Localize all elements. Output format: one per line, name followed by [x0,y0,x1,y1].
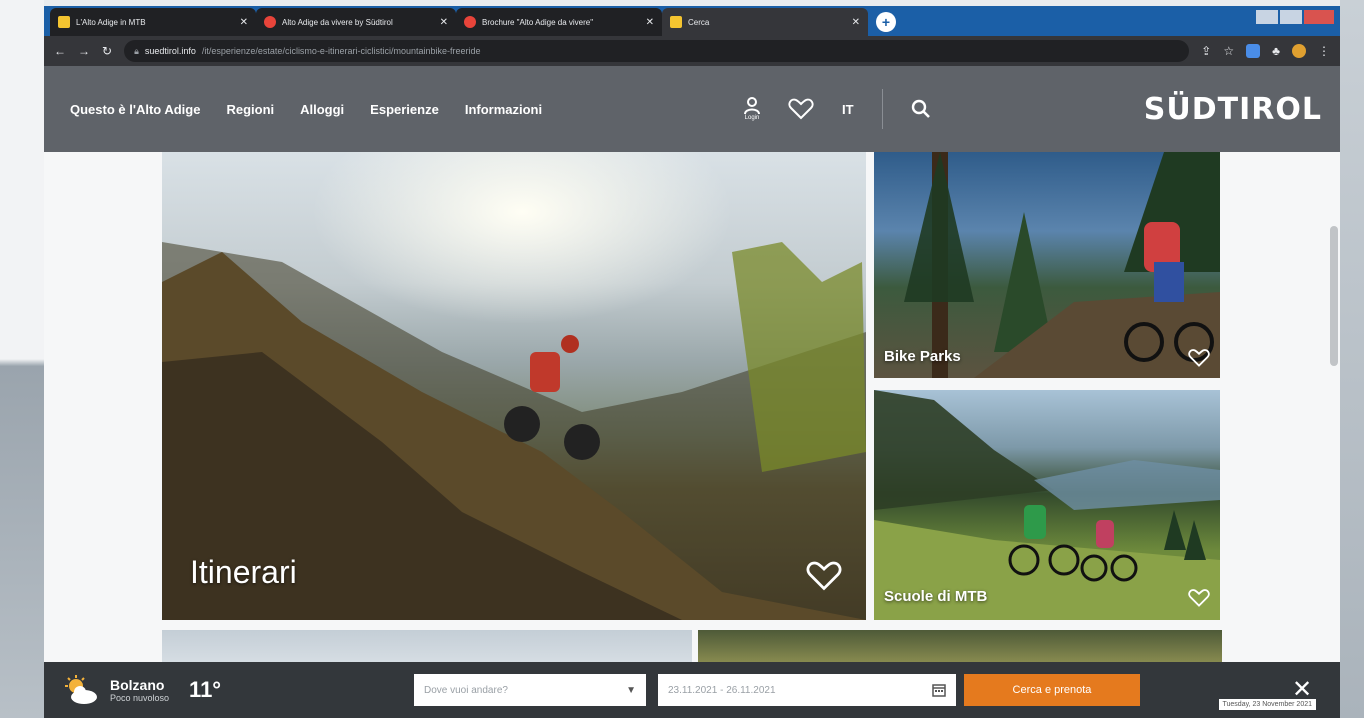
mtb-school-photo [874,390,1220,620]
tile-label-scuole-mtb: Scuole di MTB [884,588,988,605]
new-tab-icon[interactable]: + [876,12,896,32]
nav-item-questo-alto-adige[interactable]: Questo è l'Alto Adige [70,102,200,117]
maximize-icon[interactable] [1280,10,1302,24]
toolbar-icons: ⇪ ☆ ♣ ⋮ [1201,44,1330,58]
share-icon[interactable]: ⇪ [1201,44,1211,58]
bike-park-photo [904,152,1220,378]
background-frame-right [1340,0,1364,718]
reload-icon[interactable]: ↻ [102,44,112,58]
chevron-down-icon: ▼ [626,684,636,696]
close-tab-icon[interactable]: ✕ [646,17,654,28]
extensions-puzzle-icon[interactable]: ♣ [1272,44,1280,58]
close-tab-icon[interactable]: ✕ [240,17,248,28]
browser-tab-brochure[interactable]: Brochure "Alto Adige da vivere" ✕ [456,8,662,36]
nav-item-alloggi[interactable]: Alloggi [300,102,344,117]
site-favicon-icon [670,16,682,28]
tab-title: Brochure "Alto Adige da vivere" [482,17,594,27]
minimize-icon[interactable] [1256,10,1278,24]
tile-label-itinerari: Itinerari [190,554,297,590]
close-tab-icon[interactable]: ✕ [440,17,448,28]
mountain-bike-photo [162,242,866,620]
site-favicon-icon [464,16,476,28]
bookmark-star-icon[interactable]: ☆ [1223,44,1234,58]
language-switcher[interactable]: IT [842,102,854,117]
tab-title: Alto Adige da vivere by Südtirol [282,17,393,27]
tab-title: L'Alto Adige in MTB [76,17,146,27]
calendar-icon[interactable] [932,683,946,697]
browser-tab-cerca[interactable]: Cerca ✕ [662,8,868,36]
partly-cloudy-icon [65,675,97,704]
sudtirol-logo[interactable]: SÜDTIROL [1144,92,1322,127]
heart-icon[interactable] [1188,588,1210,608]
browser-toolbar: ← → ↻ 🔒︎ suedtirol.info/it/esperienze/es… [44,36,1340,66]
back-arrow-icon[interactable]: ← [54,44,66,58]
heart-icon[interactable] [806,560,842,592]
header-divider [881,89,883,129]
tile-label-bike-parks: Bike Parks [884,348,961,365]
site-header: Questo è l'Alto Adige Regioni Alloggi Es… [44,66,1340,152]
url-path: /it/esperienze/estate/ciclismo-e-itinera… [201,46,481,56]
main-nav: Questo è l'Alto Adige Regioni Alloggi Es… [70,102,542,117]
address-bar[interactable]: 🔒︎ suedtirol.info/it/esperienze/estate/c… [124,40,1190,62]
background-frame-left [0,0,44,718]
login-button[interactable]: Login [744,97,760,121]
search-book-button[interactable]: Cerca e prenota [964,674,1140,706]
login-label: Login [744,115,760,121]
browser-tab-mtb[interactable]: L'Alto Adige in MTB ✕ [50,8,256,36]
destination-select[interactable]: Dove vuoi andare? ▼ [414,674,646,706]
window-controls [1256,10,1334,24]
favorites-heart-icon[interactable] [788,98,814,120]
nav-item-regioni[interactable]: Regioni [226,102,274,117]
search-icon[interactable] [911,99,931,119]
date-range-field[interactable]: 23.11.2021 - 26.11.2021 [658,674,956,706]
lock-icon: 🔒︎ [134,45,139,56]
system-clock: Tuesday, 23 November 2021 [1218,699,1316,710]
tab-title: Cerca [688,17,710,27]
tab-strip: L'Alto Adige in MTB ✕ Alto Adige da vive… [44,6,1340,36]
weather-city: Bolzano [110,676,165,693]
site-favicon-icon [58,16,70,28]
site-favicon-icon [264,16,276,28]
tile-itinerari[interactable]: Itinerari [162,152,866,620]
url-host: suedtirol.info [144,46,196,56]
forward-arrow-icon[interactable]: → [78,44,90,58]
header-tools: Login IT [744,66,931,152]
weather-widget[interactable]: Bolzano Poco nuvoloso 11° [62,675,221,705]
experience-grid: Itinerari Bike Parks Scuole di MTB [162,152,1222,680]
profile-avatar[interactable] [1292,44,1306,58]
booking-bar: Bolzano Poco nuvoloso 11° Dove vuoi anda… [44,662,1340,718]
date-range-value: 23.11.2021 - 26.11.2021 [668,684,776,696]
heart-icon[interactable] [1188,348,1210,368]
tile-scuole-mtb[interactable]: Scuole di MTB [874,390,1220,620]
browser-menu-icon[interactable]: ⋮ [1318,44,1330,58]
weather-condition: Poco nuvoloso [110,692,170,703]
user-icon [744,97,760,115]
tile-bike-parks[interactable]: Bike Parks [874,152,1220,378]
browser-window: L'Alto Adige in MTB ✕ Alto Adige da vive… [44,6,1340,718]
scrollbar-thumb[interactable] [1330,226,1338,366]
nav-item-esperienze[interactable]: Esperienze [370,102,439,117]
destination-placeholder: Dove vuoi andare? [424,684,508,696]
window-close-icon[interactable] [1304,10,1334,24]
nav-item-informazioni[interactable]: Informazioni [465,102,542,117]
browser-tab-alto-adige[interactable]: Alto Adige da vivere by Südtirol ✕ [256,8,456,36]
extension-icon[interactable] [1246,44,1261,58]
weather-temperature: 11° [189,677,222,702]
close-tab-icon[interactable]: ✕ [852,17,860,28]
